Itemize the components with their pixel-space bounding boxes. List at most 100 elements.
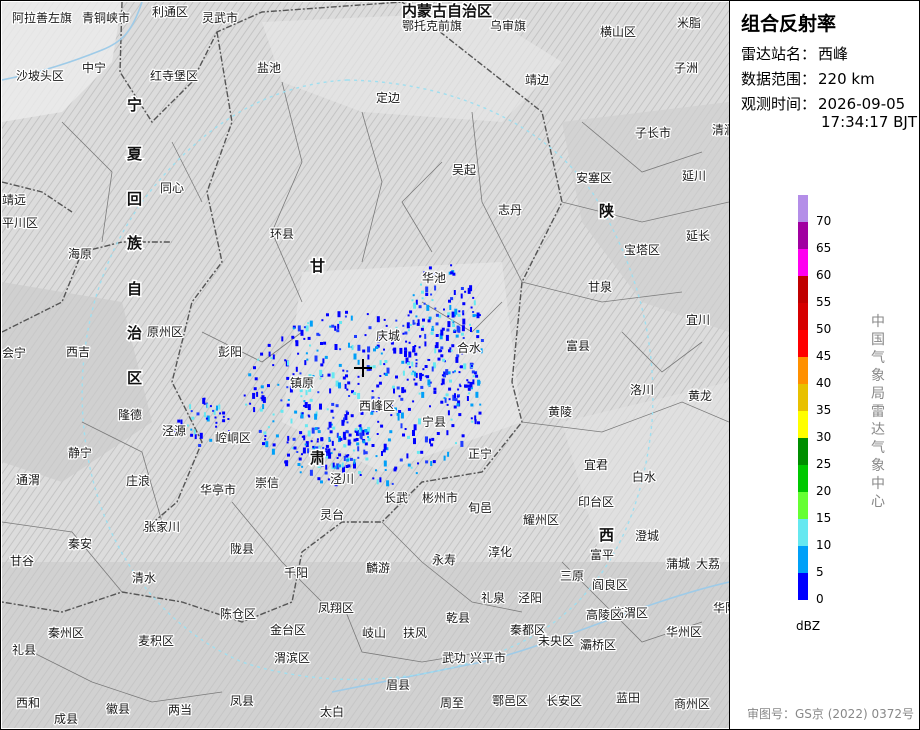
echo-pixel: [431, 437, 435, 441]
echo-pixel: [422, 318, 425, 322]
echo-pixel: [299, 471, 302, 474]
time-label: 观测时间：: [741, 95, 817, 113]
place-label: 眉县: [386, 678, 410, 692]
echo-pixel: [386, 367, 390, 374]
echo-pixel: [460, 287, 464, 290]
color-scale-segment: [798, 546, 808, 573]
echo-pixel: [424, 333, 427, 339]
place-label: 秦州区: [48, 626, 84, 640]
echo-pixel: [339, 437, 343, 441]
echo-pixel: [351, 344, 354, 350]
place-label: 未央区: [538, 634, 574, 648]
echo-pixel: [309, 320, 313, 327]
echo-pixel: [365, 457, 369, 461]
echo-pixel: [342, 431, 346, 438]
echo-pixel: [466, 396, 469, 401]
echo-pixel: [474, 415, 477, 421]
echo-pixel: [292, 327, 295, 330]
echo-pixel: [417, 462, 419, 465]
echo-pixel: [407, 463, 411, 467]
echo-pixel: [270, 357, 273, 360]
echo-pixel: [398, 410, 402, 413]
echo-pixel: [341, 462, 344, 468]
echo-pixel: [354, 430, 357, 433]
echo-pixel: [347, 439, 351, 446]
place-label: 商州区: [674, 696, 710, 711]
echo-pixel: [456, 403, 460, 407]
echo-pixel: [317, 427, 320, 430]
echo-pixel: [346, 421, 349, 424]
echo-pixel: [415, 362, 418, 365]
echo-pixel: [424, 365, 428, 368]
place-label: 礼泉: [481, 590, 505, 605]
echo-pixel: [379, 360, 382, 366]
echo-pixel: [222, 419, 226, 423]
echo-pixel: [433, 390, 437, 394]
echo-pixel: [452, 324, 456, 327]
place-label: 定边: [376, 90, 400, 105]
echo-pixel: [458, 310, 461, 313]
echo-pixel: [318, 334, 321, 337]
echo-pixel: [329, 325, 332, 328]
place-label: 富县: [566, 338, 590, 353]
echo-pixel: [350, 315, 353, 321]
echo-pixel: [314, 355, 318, 362]
echo-pixel: [404, 347, 407, 351]
color-scale-segment: [798, 249, 808, 276]
place-label: 扶风: [403, 625, 427, 640]
echo-pixel: [253, 366, 256, 370]
echo-pixel: [191, 416, 195, 420]
echo-pixel: [475, 391, 479, 398]
place-label: 合水: [457, 340, 481, 355]
place-label: 白水: [632, 469, 656, 484]
echo-pixel: [367, 439, 370, 442]
echo-pixel: [385, 324, 388, 327]
echo-pixel: [202, 397, 206, 404]
echo-pixel: [303, 400, 306, 403]
color-scale-segment: [798, 438, 808, 465]
echo-pixel: [327, 373, 331, 377]
echo-pixel: [420, 327, 424, 331]
echo-pixel: [337, 323, 340, 329]
echo-pixel: [227, 418, 230, 420]
echo-pixel: [470, 403, 474, 407]
time-clock: 17:34:17 BJT: [821, 113, 918, 131]
echo-pixel: [419, 372, 423, 379]
place-label: 阿拉善左旗: [12, 10, 72, 25]
echo-pixel: [332, 416, 335, 419]
echo-pixel: [345, 410, 348, 413]
radar-map[interactable]: 阿拉善左旗 青铜峡市 利通区 灵武市 鄂托克前旗 乌审旗 横山区 米脂 沙坡头区 中宁 红寺堡区 盐池…: [2, 2, 729, 728]
echo-pixel: [470, 327, 472, 332]
echo-pixel: [350, 414, 354, 418]
echo-pixel: [458, 413, 462, 417]
echo-pixel: [408, 341, 411, 344]
place-label: 泾源: [162, 424, 186, 438]
echo-pixel: [396, 412, 400, 416]
echo-pixel: [375, 469, 377, 472]
echo-pixel: [440, 349, 443, 352]
echo-pixel: [190, 433, 194, 437]
echo-pixel: [448, 387, 452, 391]
place-label: 西吉: [66, 345, 90, 359]
echo-pixel: [476, 335, 480, 339]
echo-pixel: [442, 358, 446, 362]
color-scale-tick: 50: [816, 321, 832, 336]
echo-pixel: [430, 293, 433, 296]
echo-pixel: [416, 450, 420, 454]
echo-pixel: [359, 474, 362, 476]
echo-pixel: [317, 430, 321, 434]
place-label: 洛川: [630, 382, 654, 397]
echo-pixel: [325, 444, 329, 448]
echo-pixel: [408, 366, 411, 369]
place-label: 长安区: [546, 693, 582, 708]
place-label: 会宁: [2, 345, 26, 360]
echo-pixel: [435, 322, 439, 326]
echo-pixel: [358, 424, 361, 427]
place-label: 灵武市: [202, 10, 238, 25]
place-label: 甘泉: [588, 280, 612, 294]
echo-pixel: [324, 355, 328, 359]
echo-pixel: [303, 337, 306, 340]
echo-pixel: [460, 440, 464, 447]
echo-pixel: [396, 386, 400, 390]
echo-pixel: [390, 414, 393, 417]
